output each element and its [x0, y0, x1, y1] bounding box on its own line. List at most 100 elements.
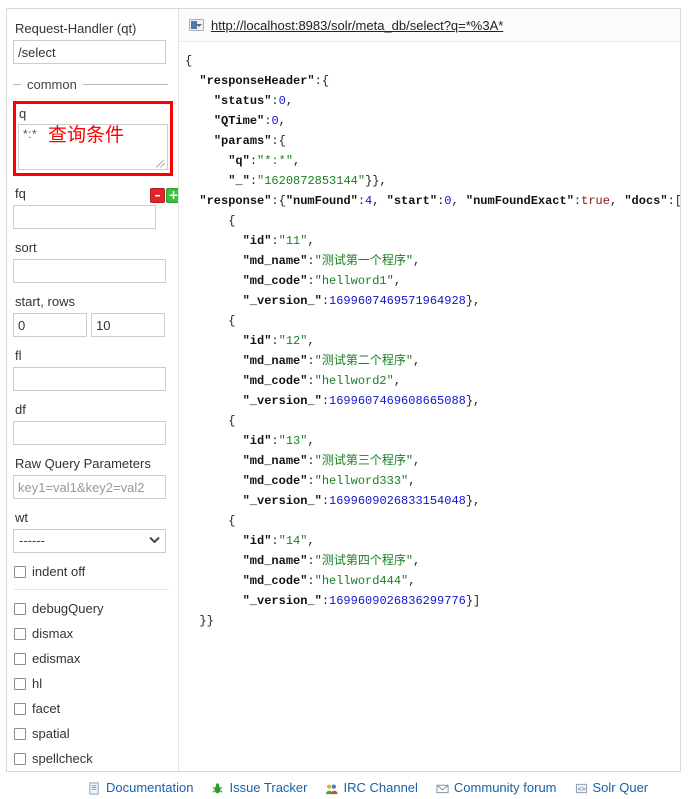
wt-select[interactable]: ------ [13, 529, 166, 553]
json-token: : [307, 254, 315, 268]
fq-add-remove-buttons: – + [150, 188, 178, 203]
start-input[interactable] [13, 313, 87, 337]
request-handler-field: Request-Handler (qt) [13, 21, 178, 64]
rows-input[interactable] [91, 313, 165, 337]
checkbox-box-icon[interactable] [14, 603, 26, 615]
json-token: , [307, 434, 315, 448]
footer-link-issue-tracker[interactable]: Issue Tracker [211, 781, 307, 795]
json-token: "md_name" [242, 554, 308, 568]
checkbox-box-icon[interactable] [14, 566, 26, 578]
json-token: , [293, 154, 301, 168]
page-select-icon[interactable] [189, 19, 204, 31]
footer-link-community-forum[interactable]: Community forum [436, 781, 557, 795]
json-token: 0 [271, 114, 279, 128]
checkbox-box-icon[interactable] [14, 653, 26, 665]
json-token: "numFound" [285, 194, 358, 208]
minus-icon[interactable]: – [150, 188, 165, 203]
link-icon: <> [575, 782, 588, 795]
plus-icon[interactable]: + [166, 188, 178, 203]
checkbox-box-icon[interactable] [14, 703, 26, 715]
envelope-icon [436, 782, 449, 795]
df-input[interactable] [13, 421, 166, 445]
df-label: df [15, 402, 26, 417]
q-textarea[interactable]: *:* [18, 124, 168, 170]
json-token: { [228, 514, 236, 528]
json-line: }} [185, 611, 680, 631]
json-token: , [609, 194, 625, 208]
sort-input[interactable] [13, 259, 166, 283]
json-line: "md_code":"hellword444", [185, 571, 680, 591]
json-token: "md_code" [242, 274, 308, 288]
checkbox-box-icon[interactable] [14, 753, 26, 765]
json-token: "_" [228, 174, 250, 188]
json-token: { [228, 214, 236, 228]
checkbox-indent-off[interactable]: indent off [14, 564, 178, 580]
footer-link-label: Solr Quer [592, 780, 649, 795]
checkbox-spellcheck[interactable]: spellcheck [14, 751, 178, 767]
checkbox-dismax[interactable]: dismax [14, 626, 178, 642]
checkbox-spatial[interactable]: spatial [14, 726, 178, 742]
json-token: }, [465, 294, 481, 308]
fq-input[interactable] [13, 205, 156, 229]
json-token: "13" [278, 434, 308, 448]
json-line: "md_name":"测试第三个程序", [185, 451, 680, 471]
page-select-icon-arrow [196, 24, 202, 27]
checkbox-box-icon[interactable] [14, 728, 26, 740]
json-token: "hellword444" [314, 574, 409, 588]
json-token: : [321, 294, 330, 308]
footer-link-label: IRC Channel [343, 780, 418, 795]
json-token: , [408, 474, 416, 488]
json-line: "_version_":1699609026836299776}] [185, 591, 680, 611]
checkbox-debugquery[interactable]: debugQuery [14, 601, 178, 617]
footer-link-irc-channel[interactable]: IRC Channel [325, 780, 418, 795]
json-token: , [408, 574, 416, 588]
json-token: true [581, 194, 610, 208]
json-token: "response" [199, 194, 272, 208]
resize-grip-icon[interactable] [157, 159, 166, 168]
checkbox-hl[interactable]: hl [14, 676, 178, 692]
raw-query-parameters-input[interactable] [13, 475, 166, 499]
start-rows-field: start, rows [13, 294, 178, 337]
checkbox-facet[interactable]: facet [14, 701, 178, 717]
json-token: }, [465, 394, 481, 408]
checkbox-label: edismax [32, 651, 81, 666]
checkbox-box-icon[interactable] [14, 678, 26, 690]
df-field: df [13, 402, 178, 445]
json-line: "id":"12", [185, 331, 680, 351]
divider-dash-right [82, 84, 168, 85]
json-token: , [413, 454, 421, 468]
json-token: "测试第四个程序" [314, 554, 414, 568]
checkbox-label: spatial [32, 726, 70, 741]
start-rows-label: start, rows [15, 294, 75, 309]
json-token: "id" [242, 334, 272, 348]
json-token: "12" [278, 334, 308, 348]
request-handler-input[interactable] [13, 40, 166, 64]
json-token: "测试第一个程序" [314, 254, 414, 268]
json-line: { [185, 511, 680, 531]
footer-link-documentation[interactable]: Documentation [88, 781, 193, 795]
result-url-link[interactable]: http://localhost:8983/solr/meta_db/selec… [211, 18, 503, 33]
json-token: "id" [242, 434, 272, 448]
json-line: "md_name":"测试第一个程序", [185, 251, 680, 271]
json-token: "_version_" [242, 294, 322, 308]
raw-query-parameters-label: Raw Query Parameters [15, 456, 151, 471]
json-line: "responseHeader":{ [185, 71, 680, 91]
json-token: : [271, 94, 279, 108]
fl-input[interactable] [13, 367, 166, 391]
json-token: , [278, 114, 286, 128]
q-label: q [19, 106, 27, 121]
checkbox-box-icon[interactable] [14, 628, 26, 640]
json-token: , [413, 354, 421, 368]
json-token: "id" [242, 234, 272, 248]
json-token: "docs" [624, 194, 668, 208]
checkbox-edismax[interactable]: edismax [14, 651, 178, 667]
json-line: "status":0, [185, 91, 680, 111]
footer-link-solr-quer[interactable]: <> Solr Quer [575, 780, 649, 795]
json-token: "_version_" [242, 494, 322, 508]
checkbox-label: debugQuery [32, 601, 104, 616]
json-token: : [271, 534, 279, 548]
json-token: "md_code" [242, 574, 308, 588]
json-token: "numFoundExact" [465, 194, 574, 208]
json-token: , [393, 374, 402, 388]
json-token: "11" [278, 234, 308, 248]
